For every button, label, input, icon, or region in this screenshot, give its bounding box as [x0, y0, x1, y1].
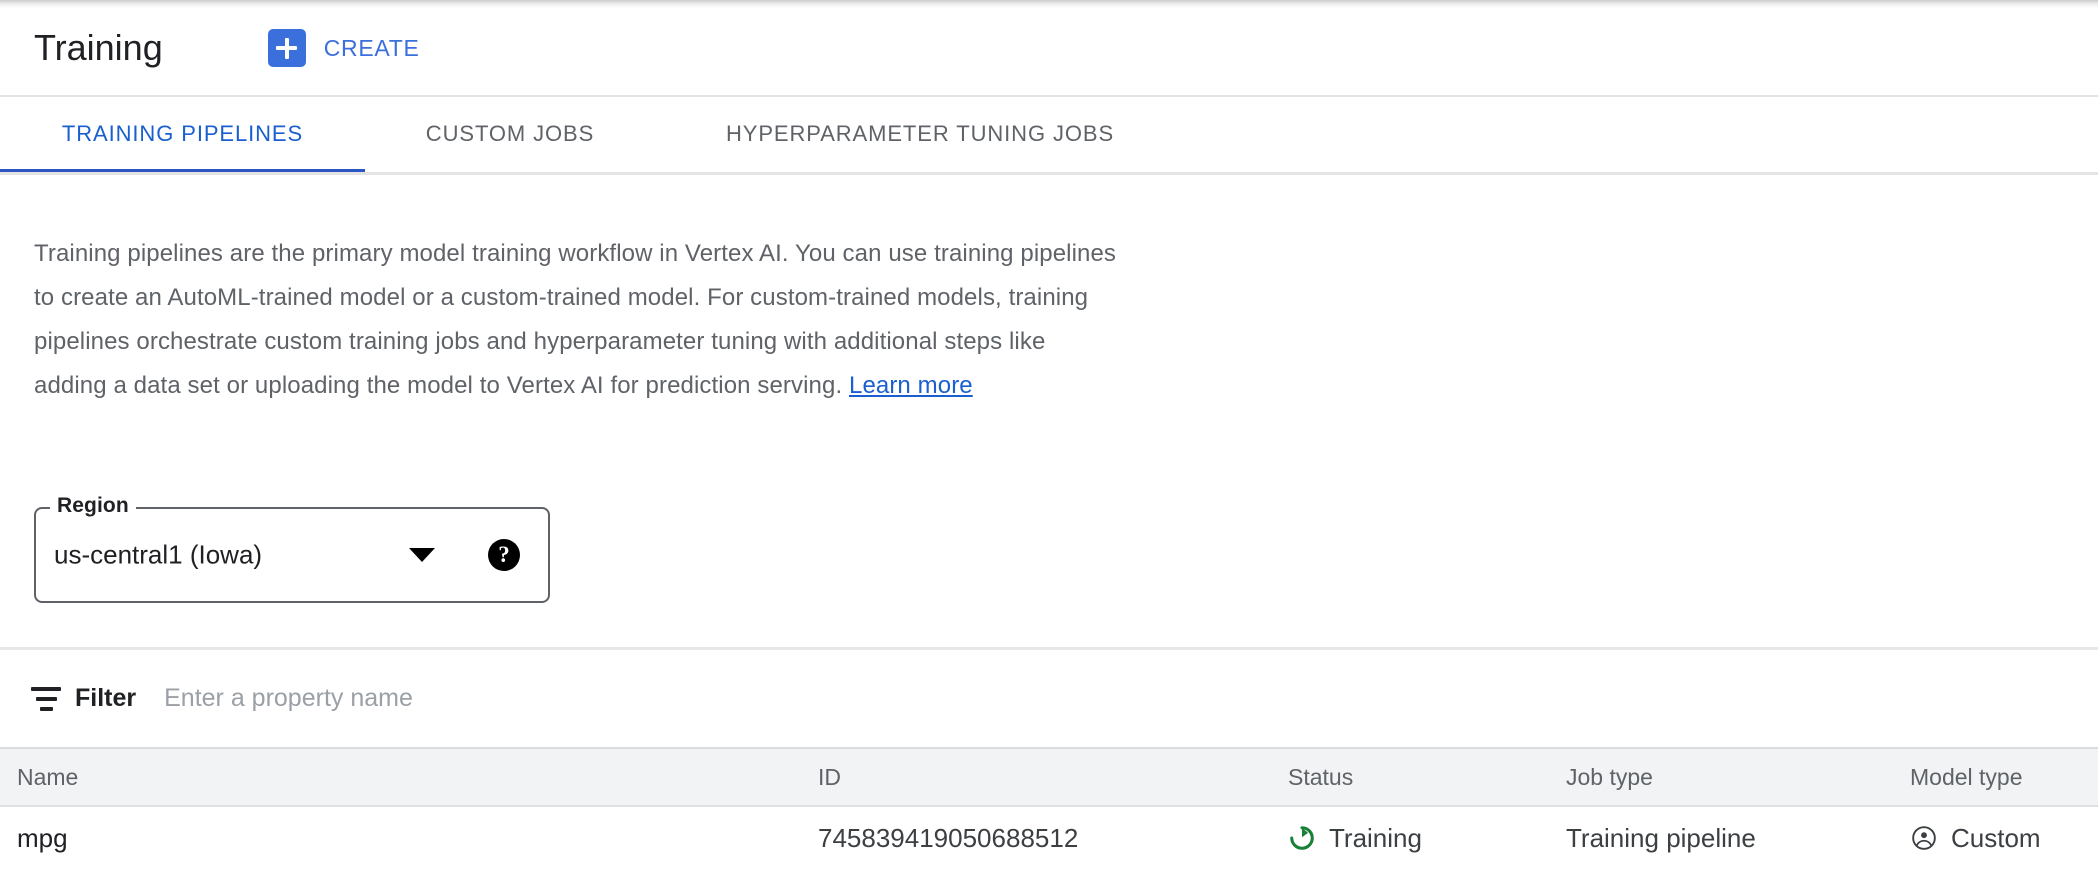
cell-job-type: Training pipeline	[1566, 807, 1756, 869]
filter-label: Filter	[75, 684, 136, 713]
filter-icon[interactable]	[31, 687, 61, 711]
filter-input[interactable]	[164, 679, 964, 719]
column-header-name[interactable]: Name	[17, 749, 78, 805]
description-text: Training pipelines are the primary model…	[34, 232, 1124, 408]
table-row[interactable]: mpg 745839419050688512 Training Training…	[0, 807, 2098, 869]
column-header-id[interactable]: ID	[818, 749, 841, 805]
training-pipelines-table: Name ID Status Job type Model type mpg 7…	[0, 747, 2098, 869]
table-header-row: Name ID Status Job type Model type	[0, 747, 2098, 807]
learn-more-link[interactable]: Learn more	[849, 372, 973, 399]
help-icon[interactable]: ?	[488, 539, 520, 571]
create-button-label: CREATE	[324, 35, 420, 62]
filter-bar: Filter	[0, 650, 2098, 747]
region-selected-value: us-central1 (Iowa)	[54, 540, 262, 571]
tabs-divider	[0, 172, 2098, 175]
tab-training-pipelines[interactable]: TRAINING PIPELINES	[0, 97, 365, 175]
region-label: Region	[50, 493, 136, 519]
cell-name[interactable]: mpg	[17, 807, 68, 869]
create-button[interactable]: CREATE	[268, 24, 420, 72]
cell-status: Training	[1288, 807, 1422, 869]
tab-custom-jobs[interactable]: CUSTOM JOBS	[365, 97, 655, 175]
tab-hyperparameter-tuning-jobs[interactable]: HYPERPARAMETER TUNING JOBS	[655, 97, 1185, 175]
progress-circle-icon	[1288, 824, 1316, 852]
cell-status-label: Training	[1329, 823, 1422, 854]
cell-model-type-label: Custom	[1951, 823, 2041, 854]
chevron-down-icon[interactable]	[409, 548, 435, 562]
cell-id: 745839419050688512	[818, 807, 1078, 869]
page-header: Training CREATE	[0, 0, 2098, 96]
account-circle-icon	[1910, 824, 1938, 852]
column-header-status[interactable]: Status	[1288, 749, 1353, 805]
plus-icon	[268, 29, 306, 67]
column-header-job-type[interactable]: Job type	[1566, 749, 1653, 805]
region-select[interactable]: Region us-central1 (Iowa) ?	[34, 507, 550, 603]
page-title: Training	[34, 26, 163, 70]
column-header-model-type[interactable]: Model type	[1910, 749, 2023, 805]
tab-bar: TRAINING PIPELINES CUSTOM JOBS HYPERPARA…	[0, 97, 2098, 175]
cell-model-type: Custom	[1910, 807, 2041, 869]
